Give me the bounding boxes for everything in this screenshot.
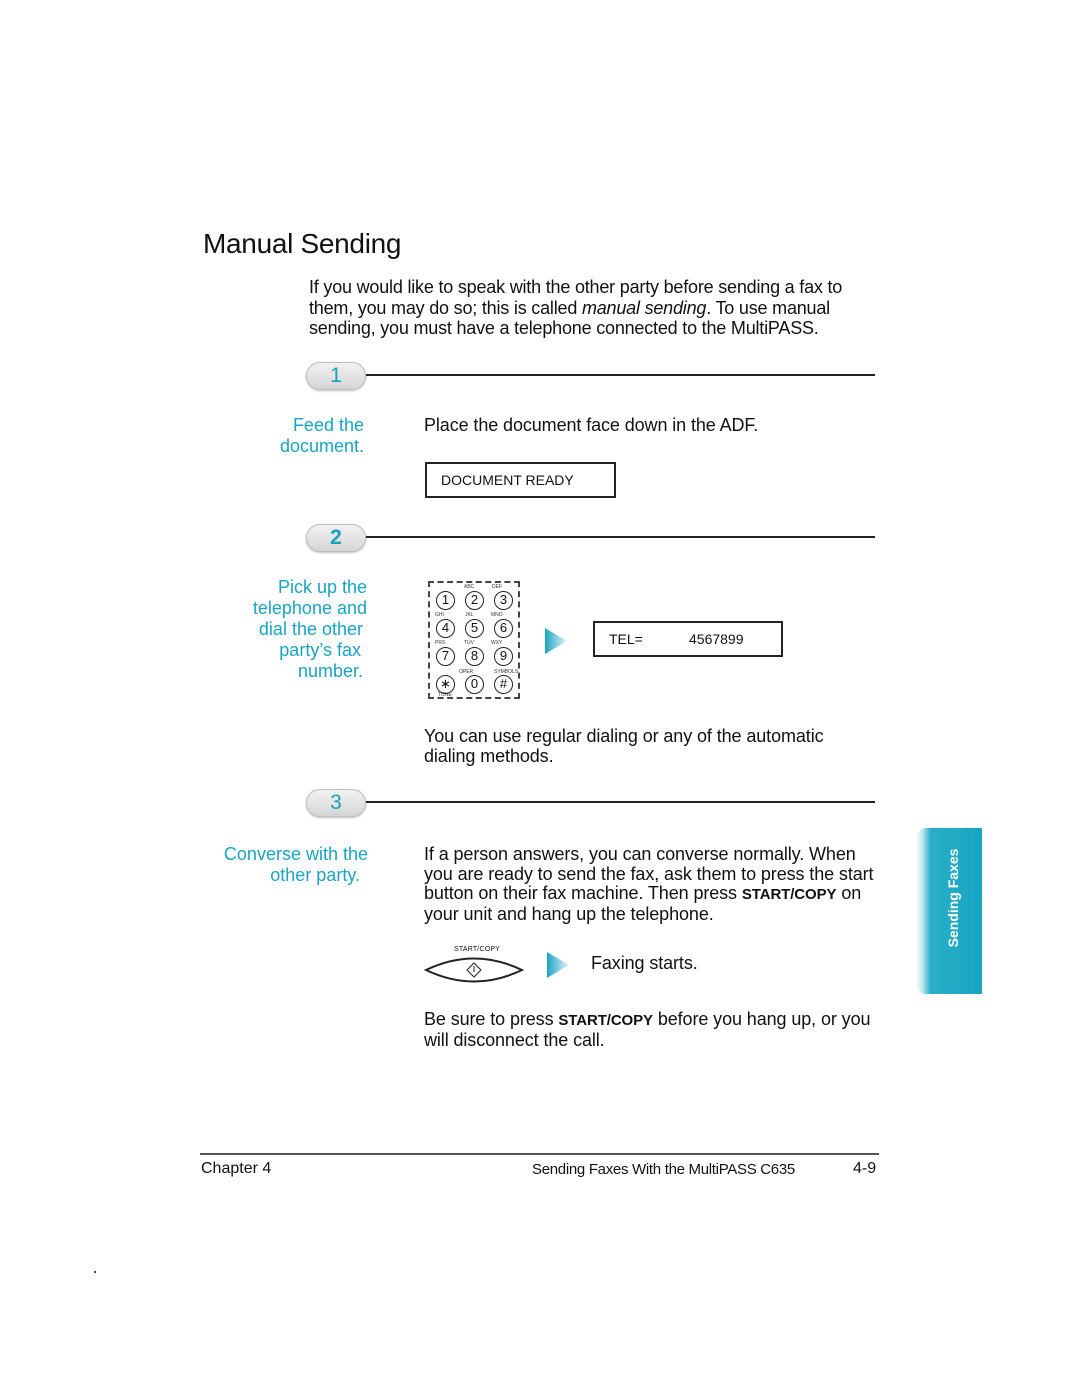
key-0[interactable]: 0: [465, 675, 484, 694]
key-6[interactable]: 6: [494, 619, 513, 638]
key-3[interactable]: 3: [494, 591, 513, 610]
footer-page-number: 4-9: [853, 1160, 877, 1177]
key-2[interactable]: 2: [465, 591, 484, 610]
key-sublabel: JKL: [465, 612, 474, 618]
key-sublabel: SYMBOLS: [494, 669, 519, 675]
step-3-label: Converse with the other party.: [200, 844, 368, 886]
warning-text: before you hang up, or you: [652, 1009, 871, 1029]
key-4[interactable]: 4: [436, 619, 455, 638]
stray-mark: [94, 1271, 96, 1273]
warning-note: Be sure to press START/COPY before you h…: [424, 1009, 871, 1050]
warning-line: Be sure to press START/COPY before you h…: [424, 1009, 871, 1031]
step-2-label: Pick up the telephone and dial the other…: [220, 577, 367, 682]
step-label-line: Feed the: [292, 415, 364, 435]
lcd-tel-label: TEL=: [609, 631, 643, 647]
intro-text: . To use manual: [706, 297, 830, 318]
lcd-document-ready: DOCUMENT READY: [425, 462, 616, 498]
key-sublabel: TONE: [438, 692, 452, 698]
key-sublabel: DEF: [492, 584, 502, 590]
step-label-line: dial the other: [258, 619, 363, 639]
warning-line: will disconnect the call.: [424, 1029, 605, 1050]
step-label-line: document.: [279, 436, 364, 456]
intro-line-3: sending, you must have a telephone conne…: [309, 318, 819, 338]
telephone-keypad: ABC DEF 1 2 3 GHI JKL MNO 4 5 6 PRS TUV …: [428, 581, 520, 699]
start-copy-keyword: START/COPY: [741, 886, 837, 903]
start-copy-keyword: START/COPY: [558, 1012, 653, 1029]
warning-text: Be sure to press: [424, 1009, 559, 1029]
arrow-right-icon: [547, 952, 569, 978]
key-sublabel: TUV: [464, 640, 474, 646]
key-7[interactable]: 7: [436, 647, 455, 666]
key-sublabel: WXY: [491, 640, 503, 646]
step-2-note: You can use regular dialing or any of th…: [424, 726, 824, 766]
para-line: your unit and hang up the telephone.: [424, 903, 714, 924]
key-5[interactable]: 5: [465, 619, 484, 638]
intro-line-2: them, you may do so; this is called manu…: [309, 298, 929, 319]
para-line: you are ready to send the fax, ask them …: [424, 863, 874, 884]
footer-section-title: Sending Faxes With the MultiPASS C635: [532, 1161, 795, 1178]
key-sublabel: MNO: [491, 612, 503, 618]
step-2-divider: [366, 536, 875, 538]
step-1-label: Feed the document.: [240, 415, 364, 457]
key-sublabel: GHI: [435, 612, 444, 618]
step-label-line: Converse with the: [223, 844, 368, 864]
step-label-line: other party.: [270, 865, 360, 885]
key-sublabel: PRS: [435, 640, 446, 646]
start-copy-button-label: START/COPY: [454, 946, 501, 953]
step-label-line: number.: [297, 661, 363, 681]
key-sublabel: ABC: [464, 584, 475, 590]
section-tab-label: Sending Faxes: [945, 848, 961, 948]
step-label-line: Pick up the: [277, 577, 367, 597]
key-sublabel: OPER: [459, 669, 474, 675]
start-copy-button[interactable]: [423, 955, 525, 985]
arrow-right-icon: [545, 628, 567, 654]
key-9[interactable]: 9: [494, 647, 513, 666]
para-text: button on their fax machine. Then press: [424, 883, 742, 903]
key-1[interactable]: 1: [436, 591, 455, 610]
step-3-badge: 3: [306, 789, 366, 817]
key-hash[interactable]: #: [494, 675, 513, 694]
footer-chapter: Chapter 4: [201, 1160, 272, 1177]
intro-emphasis: manual sending: [581, 297, 707, 318]
intro-paragraph: If you would like to speak with the othe…: [309, 277, 929, 339]
step-2-badge: 2: [306, 524, 366, 552]
lcd-tel-number: 4567899: [689, 631, 744, 647]
key-8[interactable]: 8: [465, 647, 484, 666]
para-line: If a person answers, you can converse no…: [424, 844, 856, 864]
step-1-instruction: Place the document face down in the ADF.: [424, 415, 759, 435]
step-1-badge: 1: [306, 362, 366, 390]
intro-text: them, you may do so; this is called: [309, 297, 582, 318]
step-1-divider: [366, 374, 875, 376]
intro-line-1: If you would like to speak with the othe…: [309, 277, 843, 297]
page-title: Manual Sending: [203, 228, 402, 259]
footer-divider: [200, 1153, 879, 1155]
step-label-line: telephone and: [252, 598, 367, 618]
note-line: You can use regular dialing or any of th…: [424, 726, 824, 746]
faxing-starts-text: Faxing starts.: [591, 953, 698, 973]
section-tab[interactable]: Sending Faxes: [916, 828, 982, 994]
para-text: on: [836, 883, 862, 903]
step-3-paragraph: If a person answers, you can converse no…: [424, 844, 924, 924]
para-line: button on their fax machine. Then press …: [424, 883, 924, 905]
step-3-divider: [366, 801, 875, 803]
step-label-line: party’s fax: [279, 640, 361, 660]
note-line: dialing methods.: [424, 745, 554, 766]
lcd-tel-display: TEL= 4567899: [593, 621, 783, 657]
